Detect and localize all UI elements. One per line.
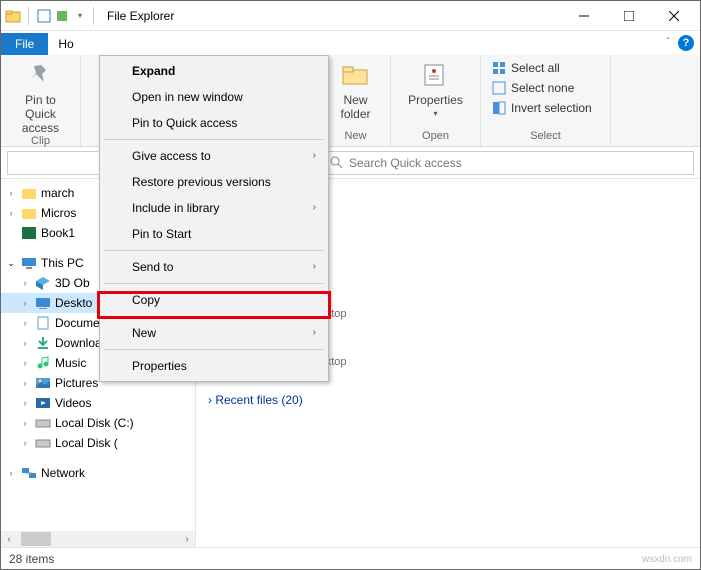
context-menu: Expand Open in new window Pin to Quick a… xyxy=(99,55,329,382)
explorer-icon xyxy=(5,8,21,24)
chevron-right-icon: › xyxy=(313,261,316,272)
tab-file[interactable]: File xyxy=(1,33,48,55)
ribbon-group-select: Select xyxy=(530,130,561,142)
ctx-item-pin-start[interactable]: Pin to Start xyxy=(102,221,326,247)
help-icon[interactable]: ? xyxy=(678,35,694,51)
documents-icon xyxy=(35,315,51,331)
ctx-separator xyxy=(104,349,324,350)
folder-icon xyxy=(21,205,37,221)
chevron-right-icon: › xyxy=(313,202,316,213)
select-none-button[interactable]: Select none xyxy=(489,79,594,97)
ribbon-group-new: New xyxy=(344,130,366,142)
ribbon-group-clipboard: Clip xyxy=(31,135,50,147)
select-all-button[interactable]: Select all xyxy=(489,59,594,77)
ribbon-tabs: File Ho ˆ ? xyxy=(1,31,700,55)
invert-selection-icon xyxy=(491,100,507,116)
maximize-button[interactable] xyxy=(606,1,651,31)
ctx-separator xyxy=(104,316,324,317)
sidebar-item-local-disk-other[interactable]: ›Local Disk ( xyxy=(1,433,195,453)
new-folder-icon xyxy=(340,59,372,91)
sidebar-item-network[interactable]: ›Network xyxy=(1,463,195,483)
minimize-button[interactable] xyxy=(561,1,606,31)
ribbon-group-open: Open xyxy=(422,130,449,142)
videos-icon xyxy=(35,395,51,411)
ctx-item-restore-previous[interactable]: Restore previous versions xyxy=(102,169,326,195)
status-bar: 28 items xyxy=(1,547,700,569)
ctx-item-give-access-to[interactable]: Give access to› xyxy=(102,143,326,169)
tab-home[interactable]: Ho xyxy=(48,33,83,55)
ctx-item-properties[interactable]: Properties xyxy=(102,353,326,379)
watermark: wsxdn.com xyxy=(642,554,692,565)
downloads-icon xyxy=(35,335,51,351)
recent-files-header[interactable]: › Recent files (20) xyxy=(208,393,688,407)
close-button[interactable] xyxy=(651,1,696,31)
sidebar-horizontal-scrollbar[interactable]: ‹› xyxy=(1,531,195,547)
ctx-separator xyxy=(104,250,324,251)
select-all-icon xyxy=(491,60,507,76)
properties-icon xyxy=(419,59,451,91)
ctx-item-send-to[interactable]: Send to› xyxy=(102,254,326,280)
ctx-item-open-new-window[interactable]: Open in new window xyxy=(102,84,326,110)
select-none-icon xyxy=(491,80,507,96)
music-icon xyxy=(35,355,51,371)
search-input[interactable]: Search Quick access xyxy=(323,151,694,175)
invert-selection-button[interactable]: Invert selection xyxy=(489,99,594,117)
pc-icon xyxy=(21,255,37,271)
sidebar-item-videos[interactable]: ›Videos xyxy=(1,393,195,413)
collapse-ribbon-icon[interactable]: ˆ xyxy=(667,37,670,48)
qat-icon-2[interactable] xyxy=(54,8,70,24)
new-folder-button[interactable]: New folder xyxy=(340,59,372,121)
search-icon xyxy=(330,156,343,169)
network-icon xyxy=(21,465,37,481)
ctx-item-pin-quick-access[interactable]: Pin to Quick access xyxy=(102,110,326,136)
folder-icon xyxy=(21,185,37,201)
ctx-separator xyxy=(104,283,324,284)
pin-icon xyxy=(25,59,57,91)
excel-icon xyxy=(21,225,37,241)
chevron-right-icon: › xyxy=(313,327,316,338)
ctx-item-new[interactable]: New› xyxy=(102,320,326,346)
qat-dropdown-icon[interactable]: ▾ xyxy=(72,8,88,24)
ctx-item-expand[interactable]: Expand xyxy=(102,58,326,84)
qat-icon-1[interactable] xyxy=(36,8,52,24)
window-title: File Explorer xyxy=(107,9,174,23)
disk-icon xyxy=(35,415,51,431)
search-placeholder: Search Quick access xyxy=(349,156,462,170)
status-item-count: 28 items xyxy=(9,552,54,566)
ctx-item-include-library[interactable]: Include in library› xyxy=(102,195,326,221)
ctx-separator xyxy=(104,139,324,140)
3d-objects-icon xyxy=(35,275,51,291)
desktop-icon xyxy=(35,295,51,311)
disk-icon xyxy=(35,435,51,451)
ctx-item-copy[interactable]: Copy xyxy=(102,287,326,313)
pin-quick-access-button[interactable]: Pin to Quick access xyxy=(9,59,72,135)
pictures-icon xyxy=(35,375,51,391)
chevron-right-icon: › xyxy=(313,150,316,161)
properties-button[interactable]: Properties ▾ xyxy=(408,59,463,118)
title-bar: ▾ File Explorer xyxy=(1,1,700,31)
sidebar-item-local-disk-c[interactable]: ›Local Disk (C:) xyxy=(1,413,195,433)
list-item[interactable]: nts xyxy=(268,257,688,283)
